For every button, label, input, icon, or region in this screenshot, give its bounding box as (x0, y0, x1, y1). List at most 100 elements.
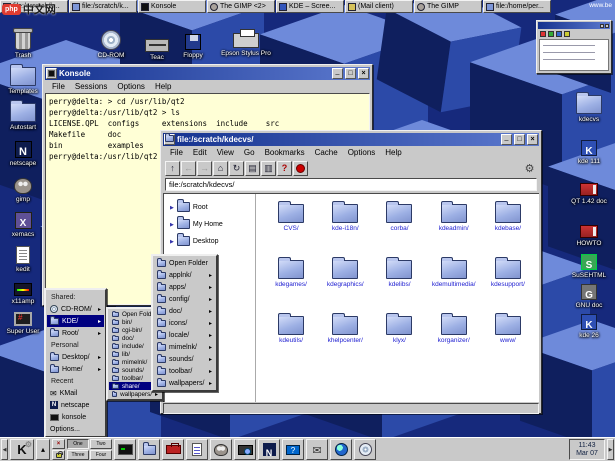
netscape-launcher[interactable] (258, 439, 280, 460)
mini-window[interactable] (536, 20, 612, 74)
folder-item[interactable]: kde-i18n/ (318, 204, 372, 232)
desktop-three-button[interactable]: Three (67, 450, 89, 460)
desktop-icon-trash[interactable]: Trash (0, 26, 46, 59)
window-menu-button[interactable] (46, 68, 57, 79)
screenshot-launcher[interactable] (234, 439, 256, 460)
folder-item[interactable]: korganizer/ (427, 316, 481, 344)
menu-options[interactable]: Options (112, 82, 150, 91)
desktop-icon-floppy[interactable]: Floppy (170, 26, 216, 59)
tool-icon[interactable] (540, 31, 546, 37)
close-button[interactable] (358, 68, 369, 79)
desktop-one-button[interactable]: One (67, 439, 89, 449)
folder-item[interactable]: kdebase/ (481, 204, 535, 232)
expand-arrow-icon[interactable] (170, 204, 174, 211)
file-manager-launcher[interactable] (138, 439, 160, 460)
paste-button[interactable] (261, 161, 276, 176)
menu-item-cdrom[interactable]: CD-ROM/ (47, 303, 104, 315)
mini-window-button[interactable] (605, 24, 609, 28)
folder-item[interactable]: kdegames/ (264, 260, 318, 288)
desktop-icon-templates[interactable]: Templates (0, 62, 46, 95)
mini-window-titlebar[interactable] (538, 22, 610, 29)
tree-item-root[interactable]: Root (170, 202, 255, 212)
tool-icon[interactable] (556, 31, 562, 37)
forward-button[interactable] (197, 161, 212, 176)
maximize-button[interactable] (345, 68, 356, 79)
folder-item[interactable]: kdeutils/ (264, 316, 318, 344)
menu-item-icons[interactable]: icons/ (154, 317, 215, 329)
k-menu-button[interactable] (10, 439, 34, 460)
folder-item[interactable]: klyx/ (372, 316, 426, 344)
desktop-two-button[interactable]: Two (90, 439, 112, 449)
stop-button[interactable] (293, 161, 308, 176)
panel-clock[interactable]: 11:43 Mar 07 (569, 439, 605, 460)
folder-item[interactable]: kdelibs/ (372, 260, 426, 288)
taskbar-button[interactable]: The GIMP <2> (207, 0, 275, 13)
desktop-icon-cdrom[interactable]: CD-ROM (88, 26, 134, 59)
taskbar-button[interactable]: Konsole (138, 0, 206, 13)
folder-item[interactable]: www/ (481, 316, 535, 344)
window-menu-button[interactable] (164, 134, 175, 145)
desktop-icon-autostart[interactable]: Autostart (0, 98, 46, 131)
tool-icon[interactable] (564, 31, 570, 37)
menu-item-root[interactable]: Root/ (47, 327, 104, 339)
taskbar-button[interactable]: The GIMP (414, 0, 482, 13)
desktop-icon-printer[interactable]: Epson Stylus Pro (218, 24, 274, 57)
menu-item-applnk[interactable]: applnk/ (154, 269, 215, 281)
menu-item-sounds[interactable]: sounds/ (154, 353, 215, 365)
up-button[interactable] (165, 161, 180, 176)
reload-button[interactable] (229, 161, 244, 176)
menu-bookmarks[interactable]: Bookmarks (260, 148, 310, 157)
desktop-icon-super-user[interactable]: Super User (0, 302, 46, 335)
menu-item-config[interactable]: config/ (154, 293, 215, 305)
menu-item-kde[interactable]: KDE/ (47, 315, 104, 327)
kfm-titlebar[interactable]: file:/scratch/kdecvs/ (163, 133, 539, 146)
tree-item-desktop[interactable]: Desktop (170, 236, 255, 246)
taskbar-button[interactable]: (Mail client) (345, 0, 413, 13)
help-launcher[interactable] (282, 439, 304, 460)
help-button[interactable] (277, 161, 292, 176)
folder-item[interactable]: kdemultimedia/ (427, 260, 481, 288)
menu-item-home[interactable]: Home/ (47, 363, 104, 375)
desktop-four-button[interactable]: Four (90, 450, 112, 460)
back-button[interactable] (181, 161, 196, 176)
close-button[interactable] (527, 134, 538, 145)
tree-item-home[interactable]: My Home (170, 219, 255, 229)
taskbar-button[interactable]: file:/scratch/k... (69, 0, 137, 13)
location-input[interactable]: file:/scratch/kdecvs/ (165, 178, 537, 191)
desktop-icon-kedit[interactable]: kedit (0, 240, 46, 273)
menu-edit[interactable]: Edit (188, 148, 212, 157)
menu-item-kmail[interactable]: KMail (47, 387, 104, 399)
desktop-icon-xemacs[interactable]: xemacs (0, 205, 46, 238)
menu-item-konsole[interactable]: konsole (47, 411, 104, 423)
logout-button[interactable] (52, 439, 65, 449)
menu-file[interactable]: File (165, 148, 188, 157)
desktop-icon-kde111[interactable]: kde 111 (566, 132, 612, 165)
konsole-launcher[interactable] (114, 439, 136, 460)
taskbar-button[interactable]: file:/home/per... (483, 0, 551, 13)
menu-help[interactable]: Help (150, 82, 176, 91)
desktop-icon-susehtml[interactable]: SuSEHTML (566, 246, 612, 279)
desktop-icon-howto[interactable]: HOWTO (566, 214, 612, 247)
minimize-button[interactable] (332, 68, 343, 79)
folder-item[interactable]: kdesupport/ (481, 260, 535, 288)
desktop-icon-kde26[interactable]: kde 26 (566, 306, 612, 339)
menu-cache[interactable]: Cache (310, 148, 343, 157)
expand-arrow-icon[interactable] (170, 221, 174, 228)
home-button[interactable] (213, 161, 228, 176)
menu-item-desktop[interactable]: Desktop/ (47, 351, 104, 363)
menu-item-doc[interactable]: doc/ (154, 305, 215, 317)
menu-item-open-folder[interactable]: Open Folder (154, 257, 215, 269)
kmail-launcher[interactable] (306, 439, 328, 460)
toolbox-launcher[interactable] (162, 439, 184, 460)
tool-icon[interactable] (548, 31, 554, 37)
lock-button[interactable] (52, 450, 65, 460)
menu-go[interactable]: Go (239, 148, 260, 157)
gimp-launcher[interactable] (210, 439, 232, 460)
menu-sessions[interactable]: Sessions (70, 82, 112, 91)
mini-window-button[interactable] (600, 24, 604, 28)
window-list-button[interactable] (36, 439, 50, 460)
minimize-button[interactable] (501, 134, 512, 145)
folder-item[interactable]: kdegraphics/ (318, 260, 372, 288)
folder-item[interactable]: CVS/ (264, 204, 318, 232)
menu-item-mimelnk[interactable]: mimelnk/ (154, 341, 215, 353)
